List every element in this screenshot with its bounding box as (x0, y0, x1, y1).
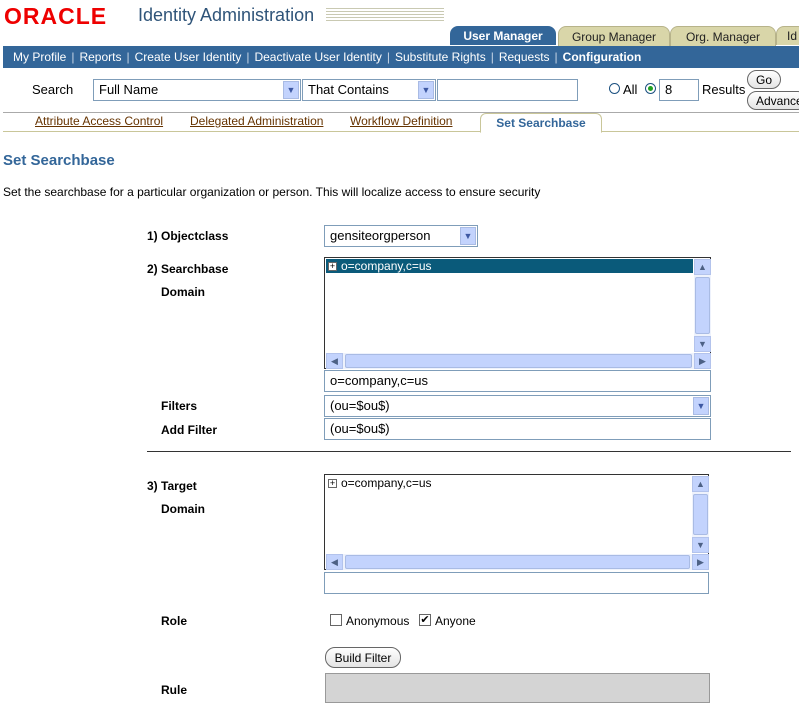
results-count-value: 8 (665, 82, 673, 97)
tree-node-label: o=company,c=us (341, 476, 432, 490)
scroll-thumb[interactable] (695, 277, 710, 334)
chevron-down-icon: ▼ (460, 227, 476, 245)
objectclass-select[interactable]: gensiteorgperson ▼ (324, 225, 478, 247)
filters-value: (ou=$ou$) (330, 398, 390, 413)
rule-label: Rule (161, 683, 188, 697)
objectclass-value: gensiteorgperson (330, 228, 431, 243)
oracle-logo: ORACLE (4, 3, 108, 29)
target-input[interactable] (324, 572, 709, 594)
add-filter-label: Add Filter (161, 423, 217, 437)
plus-icon[interactable]: + (328, 478, 337, 488)
nav-separator: | (490, 50, 494, 64)
radio-all-label: All (623, 82, 638, 97)
add-filter-value: (ou=$ou$) (330, 421, 390, 436)
tree-vertical-scrollbar[interactable]: ▲ ▼ (692, 476, 709, 553)
scroll-up-icon[interactable]: ▲ (694, 259, 711, 275)
rule-textarea[interactable] (325, 673, 710, 703)
nav-substitute-rights[interactable]: Substitute Rights (395, 50, 486, 64)
plus-icon[interactable]: + (328, 261, 337, 271)
search-field-value: Full Name (99, 82, 159, 97)
scroll-up-icon[interactable]: ▲ (692, 476, 709, 492)
scroll-thumb[interactable] (345, 354, 692, 368)
nav-requests[interactable]: Requests (499, 50, 550, 64)
chevron-down-icon: ▼ (283, 81, 299, 99)
subtab-set-searchbase[interactable]: Set Searchbase (480, 113, 602, 133)
nav-separator: | (126, 50, 130, 64)
nav-separator: | (71, 50, 75, 64)
anyone-label: Anyone (435, 614, 476, 628)
title-decoration (326, 8, 444, 22)
tree-node-label: o=company,c=us (341, 259, 432, 273)
configuration-subtabs: Attribute Access Control Delegated Admin… (3, 113, 799, 133)
app-title: Identity Administration (138, 5, 315, 25)
tree-node-company[interactable]: + o=company,c=us (326, 476, 691, 490)
filters-select[interactable]: (ou=$ou$) ▼ (324, 395, 711, 417)
search-operator-select[interactable]: That Contains ▼ (302, 79, 436, 101)
build-filter-button[interactable]: Build Filter (325, 647, 401, 668)
searchbase-label: 2) Searchbase (147, 262, 229, 276)
tab-user-manager[interactable]: User Manager (450, 26, 556, 45)
scroll-right-icon[interactable]: ▶ (692, 554, 709, 570)
results-count-input[interactable]: 8 (659, 79, 699, 101)
tree-node-company[interactable]: + o=company,c=us (326, 259, 693, 273)
role-label: Role (161, 614, 188, 628)
global-nav: My Profile | Reports | Create User Ident… (3, 46, 799, 68)
anonymous-label: Anonymous (346, 614, 410, 628)
search-field-select[interactable]: Full Name ▼ (93, 79, 301, 101)
search-operator-value: That Contains (308, 82, 389, 97)
nav-deactivate-user-identity[interactable]: Deactivate User Identity (254, 50, 381, 64)
searchbase-input[interactable]: o=company,c=us (324, 370, 711, 392)
anonymous-checkbox[interactable] (330, 614, 342, 626)
results-label: Results (702, 82, 746, 97)
searchbase-value: o=company,c=us (330, 373, 429, 388)
search-input[interactable] (437, 79, 578, 101)
tab-org-manager[interactable]: Org. Manager (670, 26, 776, 46)
searchbase-domain-tree[interactable]: + o=company,c=us ▲ ▼ ◀ ▶ (324, 257, 711, 369)
tree-horizontal-scrollbar[interactable]: ◀ ▶ (326, 554, 709, 570)
subtab-attribute-access-control[interactable]: Attribute Access Control (35, 114, 163, 128)
nav-separator: | (246, 50, 250, 64)
chevron-down-icon: ▼ (418, 81, 434, 99)
target-domain-label: Domain (161, 502, 206, 516)
nav-separator: | (386, 50, 390, 64)
radio-results-count[interactable] (645, 83, 656, 94)
scroll-left-icon[interactable]: ◀ (326, 554, 343, 570)
filters-label: Filters (161, 399, 198, 413)
radio-all[interactable] (609, 83, 620, 94)
scroll-down-icon[interactable]: ▼ (692, 537, 709, 553)
scroll-thumb[interactable] (693, 494, 708, 535)
search-bar: Search Full Name ▼ That Contains ▼ All 8… (3, 68, 799, 113)
searchbase-domain-label: Domain (161, 285, 206, 299)
subtab-workflow-definition[interactable]: Workflow Definition (350, 114, 452, 128)
advanced-search-button[interactable]: Advance (747, 91, 799, 110)
tab-group-manager[interactable]: Group Manager (558, 26, 670, 46)
scroll-thumb[interactable] (345, 555, 690, 569)
target-domain-tree[interactable]: + o=company,c=us ▲ ▼ ◀ ▶ (324, 474, 709, 570)
chevron-down-icon: ▼ (693, 397, 709, 415)
page-description: Set the searchbase for a particular orga… (3, 185, 541, 199)
nav-my-profile[interactable]: My Profile (13, 50, 66, 64)
scroll-right-icon[interactable]: ▶ (694, 353, 711, 369)
go-button[interactable]: Go (747, 70, 781, 89)
tree-horizontal-scrollbar[interactable]: ◀ ▶ (326, 353, 711, 369)
nav-separator: | (554, 50, 558, 64)
search-label: Search (32, 82, 74, 97)
nav-configuration[interactable]: Configuration (563, 50, 642, 64)
add-filter-input[interactable]: (ou=$ou$) (324, 418, 711, 440)
nav-create-user-identity[interactable]: Create User Identity (135, 50, 242, 64)
nav-reports[interactable]: Reports (79, 50, 121, 64)
subtab-delegated-administration[interactable]: Delegated Administration (190, 114, 323, 128)
scroll-left-icon[interactable]: ◀ (326, 353, 343, 369)
tab-id[interactable]: Id (776, 26, 799, 45)
objectclass-label: 1) Objectclass (147, 229, 229, 243)
target-label: 3) Target (147, 479, 197, 493)
tree-vertical-scrollbar[interactable]: ▲ ▼ (694, 259, 711, 352)
anyone-checkbox[interactable]: ✔ (419, 614, 431, 626)
scroll-down-icon[interactable]: ▼ (694, 336, 711, 352)
section-divider (147, 451, 791, 452)
page-title: Set Searchbase (3, 152, 115, 169)
